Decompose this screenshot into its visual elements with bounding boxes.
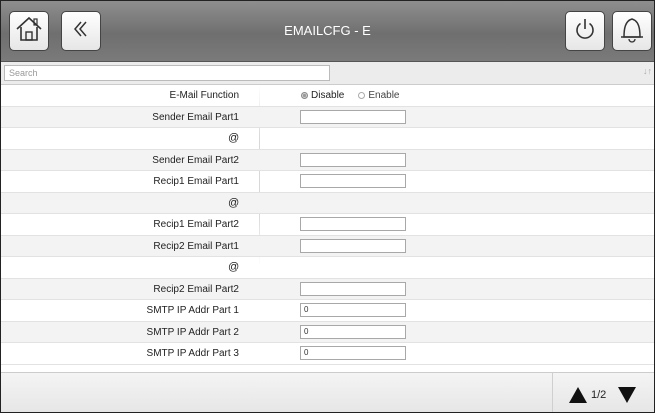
row-sender-email-part1: Sender Email Part1 bbox=[1, 106, 654, 128]
row-at-separator: @ bbox=[1, 257, 654, 279]
row-label: E-Mail Function bbox=[169, 90, 239, 101]
settings-list: E-Mail Function Disable Enable Sender Em… bbox=[1, 85, 654, 365]
radio-unselected-icon bbox=[358, 92, 366, 99]
recip1-email-part2-field[interactable] bbox=[300, 217, 406, 231]
app-window: EMAILCFG - E ↓↑ E- bbox=[0, 0, 655, 413]
home-button[interactable] bbox=[9, 11, 49, 51]
row-label: Recip1 Email Part2 bbox=[153, 219, 239, 230]
row-label: SMTP IP Addr Part 2 bbox=[146, 326, 239, 338]
at-sign-label: @ bbox=[227, 196, 239, 209]
row-label: SMTP IP Addr Part 3 bbox=[146, 348, 239, 359]
recip2-email-part2-field[interactable] bbox=[300, 281, 406, 296]
search-input[interactable] bbox=[4, 65, 330, 81]
row-label: Recip2 Email Part2 bbox=[153, 283, 239, 295]
row-label: Recip2 Email Part1 bbox=[153, 240, 239, 252]
email-function-radio-group: Disable Enable bbox=[301, 85, 414, 106]
row-label: Sender Email Part1 bbox=[152, 111, 239, 123]
row-label: Sender Email Part2 bbox=[152, 154, 239, 166]
row-sender-email-part2: Sender Email Part2 bbox=[1, 149, 654, 171]
bell-icon bbox=[618, 14, 646, 49]
sender-email-part2-field[interactable] bbox=[300, 152, 406, 167]
alarm-button[interactable] bbox=[612, 11, 652, 51]
footer-bar: 1/2 bbox=[1, 372, 654, 412]
smtp-ip-part3-field[interactable]: 0 bbox=[300, 346, 406, 360]
home-icon bbox=[14, 14, 44, 49]
row-recip2-email-part1: Recip2 Email Part1 bbox=[1, 235, 654, 257]
row-label: Recip1 Email Part1 bbox=[153, 176, 239, 187]
pager-divider bbox=[552, 373, 553, 412]
page-indicator: 1/2 bbox=[591, 389, 607, 401]
row-at-separator: @ bbox=[1, 192, 654, 214]
page-up-icon[interactable] bbox=[569, 387, 587, 403]
row-smtp-ip-part3: SMTP IP Addr Part 3 0 bbox=[1, 343, 654, 365]
row-recip1-email-part1: Recip1 Email Part1 bbox=[1, 171, 654, 193]
row-recip1-email-part2: Recip1 Email Part2 bbox=[1, 214, 654, 236]
recip2-email-part1-field[interactable] bbox=[300, 238, 406, 253]
sender-email-part1-field[interactable] bbox=[300, 109, 406, 124]
pager: 1/2 bbox=[569, 383, 637, 407]
row-at-separator: @ bbox=[1, 128, 654, 150]
radio-enable[interactable]: Enable bbox=[358, 90, 400, 101]
recip1-email-part1-field[interactable] bbox=[300, 174, 406, 188]
radio-selected-icon bbox=[301, 92, 308, 99]
page-down-icon[interactable] bbox=[618, 387, 637, 403]
header-bar: EMAILCFG - E bbox=[1, 1, 654, 62]
double-chevron-left-icon bbox=[70, 18, 92, 45]
at-sign-label: @ bbox=[227, 132, 239, 144]
power-icon bbox=[572, 16, 598, 47]
search-bar: ↓↑ bbox=[1, 62, 654, 85]
row-smtp-ip-part2: SMTP IP Addr Part 2 0 bbox=[1, 321, 654, 343]
smtp-ip-part1-field[interactable]: 0 bbox=[300, 303, 406, 317]
power-button[interactable] bbox=[565, 11, 605, 51]
row-email-function: E-Mail Function Disable Enable bbox=[1, 85, 654, 107]
radio-disable[interactable]: Disable bbox=[301, 90, 344, 101]
row-smtp-ip-part1: SMTP IP Addr Part 1 0 bbox=[1, 300, 654, 322]
row-label: SMTP IP Addr Part 1 bbox=[146, 305, 239, 316]
row-recip2-email-part2: Recip2 Email Part2 bbox=[1, 278, 654, 300]
back-button[interactable] bbox=[61, 11, 101, 51]
at-sign-label: @ bbox=[227, 261, 239, 273]
smtp-ip-part2-field[interactable]: 0 bbox=[300, 324, 406, 339]
sort-icon[interactable]: ↓↑ bbox=[643, 66, 652, 76]
